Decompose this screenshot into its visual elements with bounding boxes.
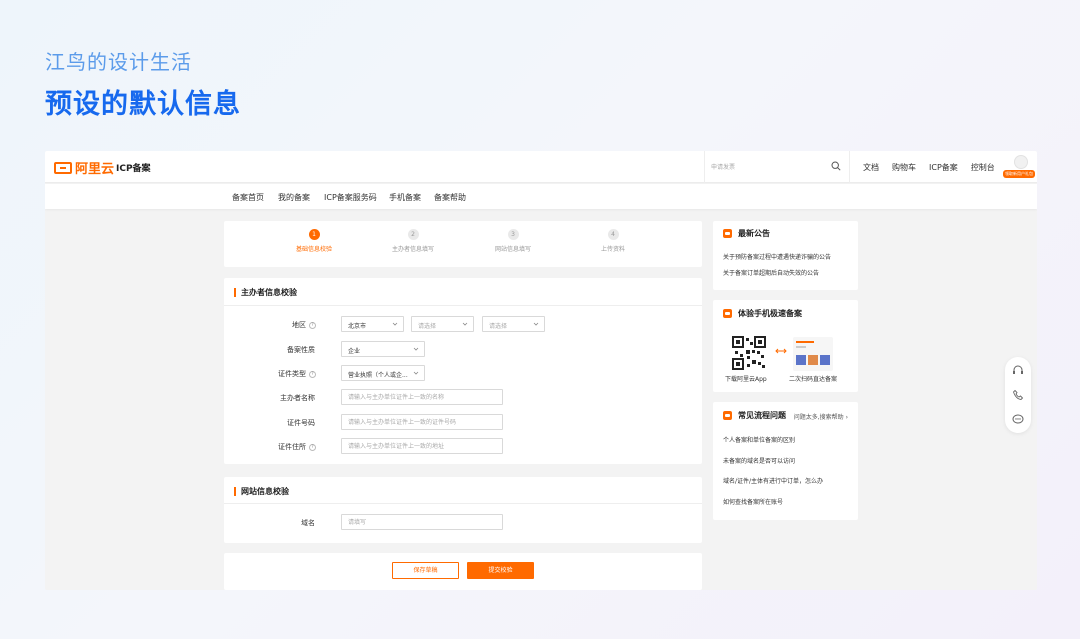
step-number: 2 [407,229,419,240]
nav-item-home[interactable]: 备案首页 [232,192,264,203]
promo-badge[interactable]: 领取新用户礼包 [1003,170,1035,178]
link-console[interactable]: 控制台 [971,162,995,173]
logo-text: 阿里云 [75,162,115,177]
nature-select[interactable]: 企业 [341,341,425,357]
chevron-down-icon [533,322,539,326]
blog-subtitle: 江鸟的设计生活 [45,50,192,74]
domain-label: 域名 [301,519,315,527]
step-label: 主办者信息填写 [391,246,434,253]
announcement-item[interactable]: 关于预防备案过程中遭遇快递诈骗的公告 [723,252,831,261]
search-icon[interactable] [831,161,841,171]
sponsor-name-label: 主办者名称 [280,394,315,402]
city-select[interactable]: 请选择 [411,316,474,332]
swap-arrow-icon [775,348,787,354]
faq-item[interactable]: 如何查找备案所在账号 [723,497,783,506]
district-select[interactable]: 请选择 [482,316,545,332]
faq-title: 常见流程问题 [723,410,786,421]
faq-item[interactable]: 个人备案和单位备案的区别 [723,435,795,444]
aliyun-logo[interactable]: 阿里云 [54,158,114,177]
region-label: 地区? [256,320,316,330]
nav-item-my-records[interactable]: 我的备案 [278,192,310,203]
top-links: 文档 购物车 ICP备案 控制台 [863,162,995,173]
icp-screenshot: 阿里云 ICP备案 文档 购物车 ICP备案 控制台 领取新用户礼包 备案首页 … [45,151,1037,590]
chevron-down-icon [462,322,468,326]
faq-item[interactable]: 未备案的域名是否可以访问 [723,456,795,465]
faq-more-link[interactable]: 问题太多,搜索帮助 › [794,412,848,421]
step-2: 2 主办者信息填写 [368,229,458,253]
phone-icon [723,309,732,318]
link-docs[interactable]: 文档 [863,162,879,173]
search-box [704,151,850,183]
nature-label: 备案性质 [287,346,315,354]
nav-item-help[interactable]: 备案帮助 [434,192,466,203]
address-input[interactable] [341,438,503,454]
mobile-title: 体验手机极速备案 [723,308,802,319]
phone-call-icon[interactable] [1012,389,1024,401]
section-title-sponsor: 主办者信息校验 [234,287,297,298]
nav-item-mobile[interactable]: 手机备案 [389,192,421,203]
help-icon[interactable]: ? [309,370,316,378]
save-draft-button[interactable]: 保存草稿 [392,562,459,579]
faq-item[interactable]: 域名/证件/主体有进行中订单，怎么办 [723,476,823,485]
search-input[interactable] [711,160,821,174]
notice-icon [723,229,732,238]
id-number-input[interactable] [341,414,503,430]
avatar[interactable] [1014,155,1028,169]
chevron-down-icon [413,347,419,351]
logo-icon [54,161,72,174]
qr-code-icon [732,336,766,370]
chevron-down-icon [413,371,419,375]
top-bar: 阿里云 ICP备案 文档 购物车 ICP备案 控制台 领取新用户礼包 [45,151,1037,183]
step-label: 上传资料 [600,246,625,253]
product-name: ICP备案 [116,164,151,174]
link-cart[interactable]: 购物车 [892,162,916,173]
id-type-label: 证件类型? [256,369,316,379]
step-label: 基础信息校验 [295,246,332,253]
step-1: 1 基础信息校验 [269,229,359,253]
nav-item-service-code[interactable]: ICP备案服务码 [324,192,377,203]
page-title: 预设的默认信息 [45,89,241,120]
announcements-panel: 最新公告 关于预防备案过程中遭遇快递诈骗的公告 关于备案订单超期后自动失效的公告 [713,221,858,290]
announcement-item[interactable]: 关于备案订单超期后自动失效的公告 [723,268,819,277]
sponsor-card: 主办者信息校验 地区? 北京市 请选择 请选择 备案性质 企业 证件类型? 营业… [224,278,702,464]
link-icp[interactable]: ICP备案 [929,162,958,173]
id-type-select[interactable]: 营业执照（个人或企... [341,365,425,381]
chevron-right-icon: › [845,414,848,421]
id-number-label: 证件号码 [287,419,315,427]
step-3: 3 网站信息填写 [468,229,558,253]
floating-toolbar [1005,357,1031,433]
help-icon[interactable]: ? [309,443,316,451]
step-label: 网站信息填写 [494,246,531,253]
announcements-title: 最新公告 [723,228,770,239]
support-icon[interactable] [1012,365,1024,377]
domain-input[interactable] [341,514,503,530]
chat-icon[interactable] [1012,413,1024,425]
mobile-panel: 体验手机极速备案 下载阿里云App 二次扫码直达备案 [713,300,858,392]
sponsor-name-input[interactable] [341,389,503,405]
address-label: 证件住所? [256,442,316,452]
submit-check-button[interactable]: 提交校验 [467,562,534,579]
step-number: 1 [308,229,320,240]
website-card: 网站信息校验 域名 [224,477,702,543]
province-select[interactable]: 北京市 [341,316,404,332]
sub-nav: 备案首页 我的备案 ICP备案服务码 手机备案 备案帮助 [45,184,1037,209]
actions-card: 保存草稿 提交校验 [224,553,702,590]
help-icon[interactable]: ? [309,321,316,329]
qr-caption-scan: 二次扫码直达备案 [789,376,838,383]
help-panel-icon [723,411,732,420]
faq-panel: 常见流程问题 问题太多,搜索帮助 › 个人备案和单位备案的区别 未备案的域名是否… [713,402,858,520]
step-number: 4 [607,229,619,240]
phone-screenshot [793,337,833,371]
step-number: 3 [507,229,519,240]
chevron-down-icon [392,322,398,326]
qr-caption-app: 下载阿里云App [725,376,767,383]
section-title-website: 网站信息校验 [234,486,289,497]
step-4: 4 上传资料 [568,229,658,253]
